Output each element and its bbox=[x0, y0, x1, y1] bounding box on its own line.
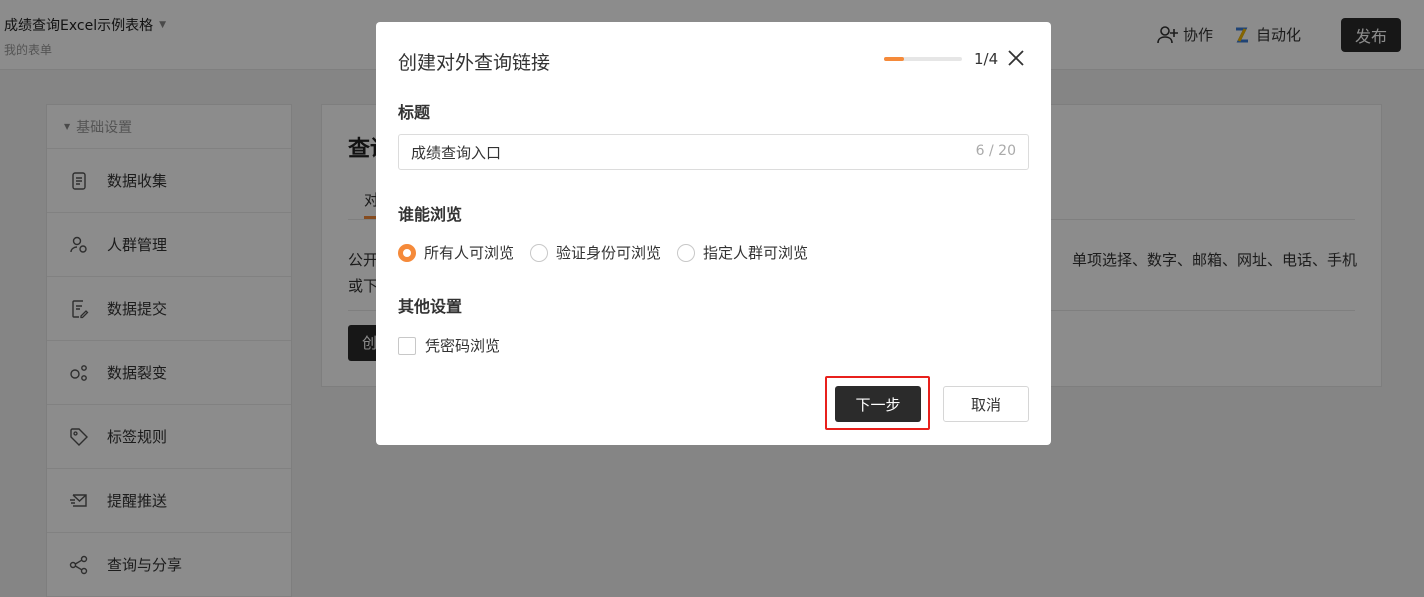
checkbox-label: 凭密码浏览 bbox=[425, 337, 501, 355]
password-checkbox[interactable]: 凭密码浏览 bbox=[398, 335, 500, 356]
radio-label: 所有人可浏览 bbox=[424, 244, 515, 262]
other-settings-label: 其他设置 bbox=[398, 297, 463, 316]
char-count: 6 / 20 bbox=[975, 143, 1016, 159]
step-progress-bar bbox=[884, 57, 962, 61]
radio-label: 验证身份可浏览 bbox=[556, 244, 662, 262]
visibility-radio-group: 所有人可浏览 验证身份可浏览 指定人群可浏览 bbox=[398, 242, 808, 263]
create-query-link-dialog: 创建对外查询链接 1/4 标题 6 / 20 谁能浏览 所有人可浏览 验证身份可… bbox=[376, 22, 1051, 445]
dialog-title: 创建对外查询链接 bbox=[398, 52, 551, 74]
next-step-button[interactable]: 下一步 bbox=[835, 386, 921, 422]
radio-verified-identity[interactable]: 验证身份可浏览 bbox=[530, 242, 661, 263]
visibility-section-label: 谁能浏览 bbox=[398, 205, 463, 224]
radio-everyone[interactable]: 所有人可浏览 bbox=[398, 242, 514, 263]
cancel-button[interactable]: 取消 bbox=[943, 386, 1029, 422]
radio-selected-icon[interactable] bbox=[398, 243, 416, 262]
checkbox-icon[interactable] bbox=[398, 336, 416, 355]
radio-unselected-icon[interactable] bbox=[530, 243, 549, 262]
step-progress-fill bbox=[884, 57, 904, 61]
radio-specified-group[interactable]: 指定人群可浏览 bbox=[677, 242, 808, 263]
title-section-label: 标题 bbox=[398, 103, 431, 122]
close-icon[interactable] bbox=[1006, 48, 1026, 68]
step-indicator: 1/4 bbox=[974, 50, 999, 68]
radio-label: 指定人群可浏览 bbox=[703, 244, 809, 262]
title-field[interactable]: 6 / 20 bbox=[398, 134, 1029, 170]
radio-unselected-icon[interactable] bbox=[677, 243, 696, 262]
title-input[interactable] bbox=[399, 135, 939, 169]
